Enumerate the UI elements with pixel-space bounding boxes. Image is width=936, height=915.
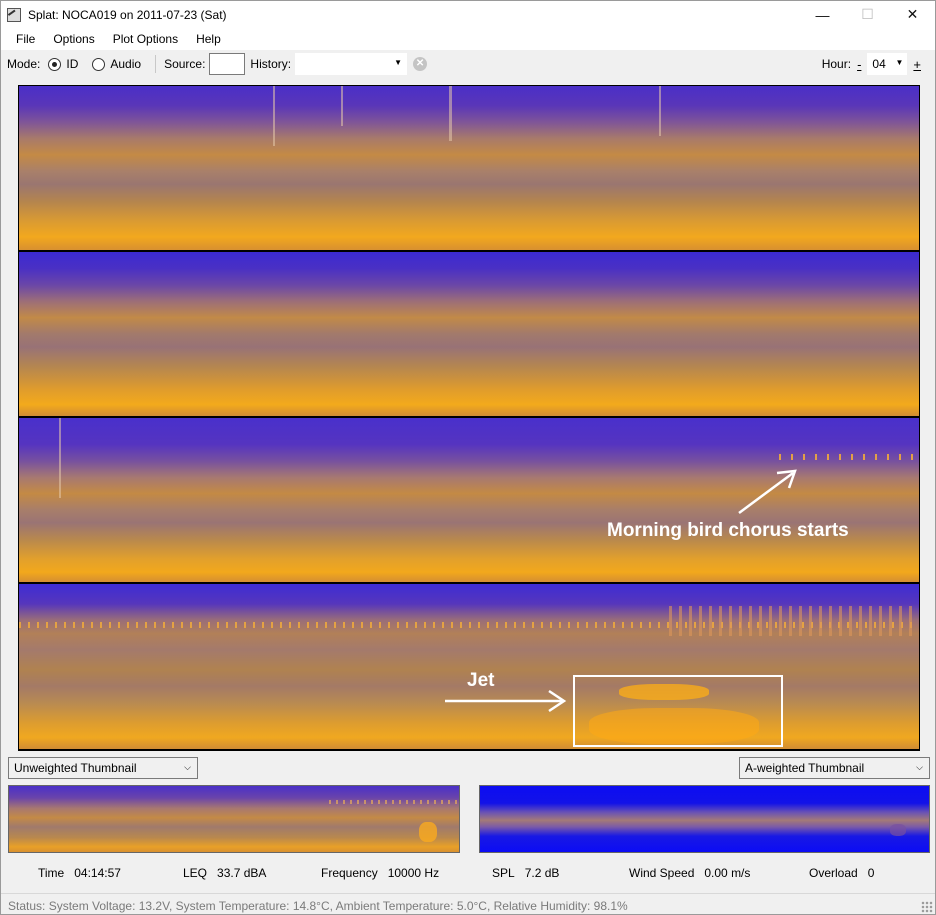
chevron-down-icon: ⌵ (184, 762, 191, 772)
leq-value: 33.7 dBA (217, 866, 267, 880)
spectrogram-image (19, 418, 919, 582)
a-weighted-thumbnail-value: A-weighted Thumbnail (745, 761, 865, 775)
time-label: Time (38, 866, 65, 880)
spectrogram-strip-1[interactable] (19, 86, 919, 250)
hour-decrement-button[interactable]: - (857, 57, 861, 72)
splat-window: Splat: NOCA019 on 2011-07-23 (Sat) — ☐ ✕… (0, 0, 936, 915)
mode-label: Mode: (7, 57, 41, 71)
window-title: Splat: NOCA019 on 2011-07-23 (Sat) (28, 7, 227, 22)
mode-id-label[interactable]: ID (66, 57, 78, 71)
jet-signal (890, 824, 906, 836)
title-bar: Splat: NOCA019 on 2011-07-23 (Sat) — ☐ ✕ (1, 1, 935, 28)
frequency-value: 10000 Hz (387, 866, 440, 880)
dropdown-arrow-icon: ▼ (895, 58, 904, 67)
overload-value: 0 (867, 866, 875, 880)
readout-bar: Time 04:14:57 LEQ 33.7 dBA Frequency 10000 … (1, 863, 935, 883)
bird-chorus-annotation: Morning bird chorus starts (607, 520, 849, 541)
spectrogram-strip-4[interactable] (19, 584, 919, 749)
unweighted-thumbnail-select[interactable]: Unweighted Thumbnail ⌵ (8, 757, 198, 779)
menu-help[interactable]: Help (187, 28, 230, 50)
spl-value: 7.2 dB (524, 866, 560, 880)
bird-chirps (329, 800, 459, 804)
menu-plot-options[interactable]: Plot Options (104, 28, 187, 50)
source-label: Source: (164, 57, 206, 71)
spl-label: SPL (492, 866, 515, 880)
dropdown-arrow-icon: ▼ (394, 58, 403, 67)
spectrogram-strip-3[interactable] (19, 418, 919, 582)
close-button[interactable]: ✕ (890, 1, 935, 28)
spectrogram-panel[interactable] (18, 85, 920, 751)
jet-highlight-box (573, 675, 783, 747)
frequency-label: Frequency (321, 866, 378, 880)
resize-grip-icon[interactable] (921, 901, 933, 913)
minimize-button[interactable]: — (800, 1, 845, 28)
signal-spike (449, 86, 452, 141)
history-label: History: (250, 57, 292, 71)
spectrogram-strip-2[interactable] (19, 252, 919, 416)
hour-dropdown[interactable]: 04 ▼ (867, 53, 908, 75)
a-weighted-thumbnail-select[interactable]: A-weighted Thumbnail ⌵ (739, 757, 930, 779)
menu-file[interactable]: File (1, 28, 44, 50)
wind-speed-label: Wind Speed (629, 866, 695, 880)
toolbar-separator (155, 55, 157, 73)
unweighted-thumbnail[interactable] (8, 785, 460, 853)
signal-spike (659, 86, 661, 136)
history-dropdown[interactable]: ▼ (295, 53, 408, 75)
hour-increment-button[interactable]: + (913, 57, 921, 72)
overload-label: Overload (809, 866, 858, 880)
toolbar: Mode: ID Audio Source: History: ▼ ✕ Hour… (1, 51, 935, 77)
app-icon (7, 7, 21, 22)
mode-audio-radio[interactable] (92, 57, 106, 71)
wind-speed-readout: Wind Speed 0.00 m/s (629, 866, 750, 880)
jet-signal (419, 822, 437, 842)
bird-chorus-band (669, 606, 919, 636)
time-value: 04:14:57 (74, 866, 121, 880)
signal-spike (59, 418, 61, 498)
wind-speed-value: 0.00 m/s (704, 866, 751, 880)
unweighted-thumbnail-value: Unweighted Thumbnail (14, 761, 137, 775)
spl-readout: SPL 7.2 dB (492, 866, 559, 880)
status-bar: Status: System Voltage: 13.2V, System Te… (1, 893, 935, 915)
status-text: Status: System Voltage: 13.2V, System Te… (8, 899, 628, 913)
maximize-button[interactable]: ☐ (845, 1, 890, 28)
leq-label: LEQ (183, 866, 208, 880)
menu-bar: File Options Plot Options Help (1, 28, 935, 50)
leq-readout: LEQ 33.7 dBA (183, 866, 266, 880)
hour-control: Hour: - 04 ▼ + (822, 51, 927, 77)
menu-options[interactable]: Options (44, 28, 103, 50)
spectrogram-image (19, 252, 919, 416)
signal-spike (341, 86, 343, 126)
clear-history-icon[interactable]: ✕ (413, 57, 428, 71)
mode-audio-label[interactable]: Audio (110, 57, 141, 71)
frequency-readout: Frequency 10000 Hz (321, 866, 439, 880)
signal-spike (273, 86, 275, 146)
source-input[interactable] (209, 53, 246, 75)
overload-readout: Overload 0 (809, 866, 874, 880)
mode-id-radio[interactable] (48, 57, 62, 71)
jet-annotation: Jet (467, 670, 495, 691)
time-readout: Time 04:14:57 (38, 866, 121, 880)
a-weighted-thumbnail[interactable] (479, 785, 930, 853)
chevron-down-icon: ⌵ (916, 762, 923, 772)
hour-value: 04 (872, 57, 886, 71)
spectrogram-image (19, 86, 919, 250)
window-controls: — ☐ ✕ (800, 1, 935, 28)
bird-chirps (779, 454, 919, 460)
hour-label: Hour: (821, 57, 852, 71)
